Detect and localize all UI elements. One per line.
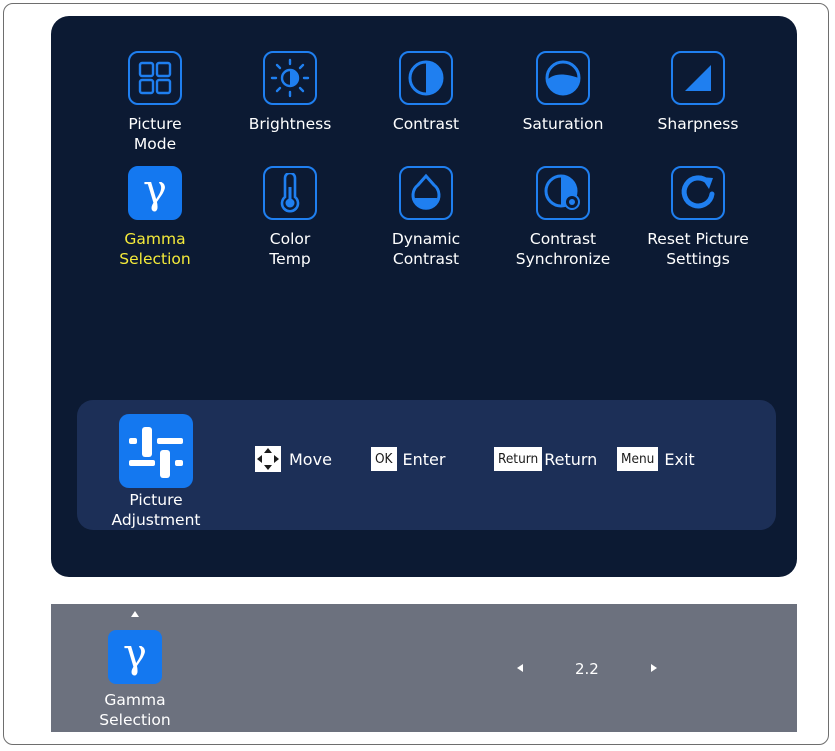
hint-exit: Menu Exit: [617, 446, 695, 472]
selected-item-label: Gamma Selection: [99, 691, 171, 729]
menu-item-gamma-selection[interactable]: γ Gamma Selection: [88, 166, 222, 269]
menu-key: Menu: [617, 447, 659, 471]
menu-item-label: Contrast: [392, 115, 460, 133]
menu-item-dynamic-contrast[interactable]: Dynamic Contrast: [359, 166, 493, 269]
arrow-up-icon: [131, 611, 139, 617]
menu-item-brightness[interactable]: Brightness: [223, 51, 357, 134]
exit-label: Exit: [664, 449, 695, 469]
menu-item-label: Saturation: [522, 115, 604, 133]
gamma-value: 2.2: [575, 660, 599, 678]
saturation-icon: [536, 51, 590, 105]
enter-label: Enter: [402, 449, 446, 469]
half-circle-icon: [399, 51, 453, 105]
hint-bar: Picture Adjustment Move OK Enter Return …: [77, 400, 776, 530]
menu-item-label: Brightness: [248, 115, 332, 133]
section-label: Picture Adjustment: [111, 491, 201, 529]
sliders-icon: [119, 414, 193, 488]
menu-item-reset-picture-settings[interactable]: Reset Picture Settings: [631, 166, 765, 269]
hint-move: Move: [255, 446, 332, 472]
menu-item-label: Dynamic Contrast: [391, 230, 461, 268]
menu-item-contrast[interactable]: Contrast: [359, 51, 493, 134]
triangle-icon: [671, 51, 725, 105]
drop-icon: [399, 166, 453, 220]
status-strip: γ Gamma Selection 2.2: [51, 604, 797, 732]
menu-item-contrast-synchronize[interactable]: Contrast Synchronize: [496, 166, 630, 269]
hint-return: Return Return: [494, 446, 597, 472]
contrast-sync-icon: [536, 166, 590, 220]
menu-item-label: Picture Mode: [128, 115, 182, 153]
menu-item-color-temp[interactable]: Color Temp: [223, 166, 357, 269]
hint-enter: OK Enter: [371, 446, 445, 472]
menu-item-saturation[interactable]: Saturation: [496, 51, 630, 134]
menu-item-label: Sharpness: [657, 115, 739, 133]
return-key: Return: [494, 447, 543, 471]
gamma-icon: γ: [108, 630, 162, 684]
menu-item-label: Reset Picture Settings: [647, 230, 749, 268]
sun-icon: [263, 51, 317, 105]
reset-icon: [671, 166, 725, 220]
arrow-left-icon[interactable]: [517, 664, 523, 672]
arrow-right-icon[interactable]: [651, 664, 657, 672]
return-label: Return: [544, 449, 598, 469]
gamma-icon: γ: [128, 166, 182, 220]
osd-menu-panel: Picture Mode Brightness Contrast Saturat…: [51, 16, 797, 577]
thermometer-icon: [263, 166, 317, 220]
menu-item-label: Color Temp: [269, 230, 311, 268]
menu-item-label: Gamma Selection: [119, 230, 191, 268]
ok-key: OK: [371, 447, 397, 471]
menu-item-sharpness[interactable]: Sharpness: [631, 51, 765, 134]
grid-icon: [128, 51, 182, 105]
direction-pad-icon: [255, 446, 281, 472]
menu-item-picture-mode[interactable]: Picture Mode: [88, 51, 222, 154]
menu-item-label: Contrast Synchronize: [515, 230, 611, 268]
move-label: Move: [289, 449, 332, 469]
